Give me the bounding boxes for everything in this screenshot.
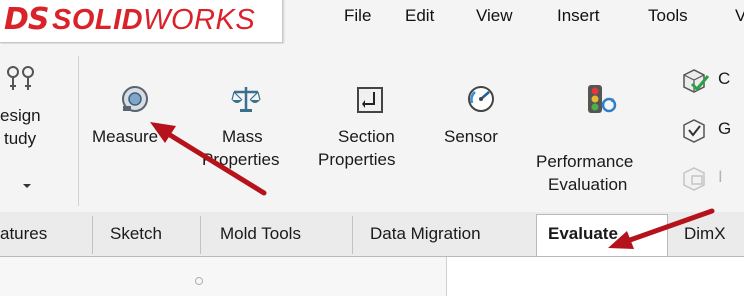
sensor-label: Sensor bbox=[444, 127, 498, 146]
import-diagnostics-label: I bbox=[718, 167, 723, 186]
design-study-icon bbox=[7, 66, 34, 90]
mass-properties-button[interactable]: Mass Properties bbox=[196, 44, 296, 212]
logo-bold-text: SOLID bbox=[52, 4, 144, 36]
sensor-button[interactable]: Sensor bbox=[436, 44, 526, 212]
tab-evaluate[interactable]: Evaluate bbox=[548, 220, 618, 248]
workspace bbox=[0, 257, 744, 296]
menu-edit[interactable]: Edit bbox=[405, 6, 434, 26]
menu-file[interactable]: File bbox=[344, 6, 371, 26]
tab-features[interactable]: atures bbox=[0, 220, 47, 248]
feature-manager-panel bbox=[0, 257, 447, 296]
logo-light-text: WORKS bbox=[143, 4, 256, 36]
panel-resize-handle[interactable] bbox=[195, 277, 203, 285]
design-study-button[interactable]: esign tudy bbox=[0, 44, 72, 212]
performance-evaluation-label-2: Evaluation bbox=[548, 175, 628, 194]
chevron-down-icon[interactable] bbox=[22, 182, 32, 190]
section-properties-label-1: Section bbox=[338, 127, 395, 146]
command-manager-ribbon: esign tudy Measure Mass Properties Secti… bbox=[0, 44, 744, 212]
solidworks-wordmark: SOLIDWORKS bbox=[52, 4, 255, 37]
ribbon-separator bbox=[78, 56, 79, 206]
check-button[interactable]: C bbox=[680, 66, 730, 99]
design-study-label-2: tudy bbox=[4, 129, 37, 148]
geometry-analysis-label: G bbox=[718, 119, 732, 138]
tab-separator bbox=[92, 216, 93, 254]
menu-view[interactable]: View bbox=[476, 6, 513, 26]
menu-insert[interactable]: Insert bbox=[557, 6, 600, 26]
mass-properties-label-2: Properties bbox=[202, 150, 280, 169]
section-icon bbox=[357, 87, 383, 113]
measure-button[interactable]: Measure bbox=[86, 44, 182, 212]
scales-icon bbox=[231, 87, 261, 112]
section-properties-button[interactable]: Section Properties bbox=[304, 44, 420, 212]
mass-properties-label-1: Mass bbox=[222, 127, 263, 146]
menu-tools[interactable]: Tools bbox=[648, 6, 688, 26]
solidworks-logo[interactable]: DS SOLIDWORKS bbox=[0, 0, 283, 43]
menu-more[interactable]: V bbox=[735, 6, 744, 26]
check-cube-icon bbox=[683, 69, 710, 93]
geometry-check-icon bbox=[683, 119, 705, 143]
command-manager-tabs: atures Sketch Mold Tools Data Migration … bbox=[0, 212, 744, 257]
design-study-label-1: esign bbox=[0, 106, 41, 125]
geometry-analysis-button[interactable]: G bbox=[680, 116, 731, 149]
tab-data-migration[interactable]: Data Migration bbox=[370, 220, 481, 248]
import-diagnostics-icon bbox=[683, 167, 705, 191]
gauge-icon bbox=[468, 86, 494, 112]
tab-separator bbox=[200, 216, 201, 254]
tab-sketch[interactable]: Sketch bbox=[110, 220, 162, 248]
ds-logo-mark: DS bbox=[4, 2, 50, 37]
traffic-light-icon bbox=[588, 85, 617, 113]
title-bar: DS SOLIDWORKS File Edit View Insert Tool… bbox=[0, 0, 744, 44]
import-diagnostics-button[interactable]: I bbox=[680, 164, 723, 197]
measure-label: Measure bbox=[92, 127, 159, 146]
check-label: C bbox=[718, 69, 731, 88]
tab-separator bbox=[352, 216, 353, 254]
performance-evaluation-button[interactable]: Performance Evaluation bbox=[534, 44, 674, 212]
tab-dimxpert[interactable]: DimX bbox=[684, 220, 726, 248]
performance-evaluation-label-1: Performance bbox=[536, 152, 634, 171]
measure-icon bbox=[122, 86, 148, 112]
tab-mold-tools[interactable]: Mold Tools bbox=[220, 220, 301, 248]
section-properties-label-2: Properties bbox=[318, 150, 396, 169]
